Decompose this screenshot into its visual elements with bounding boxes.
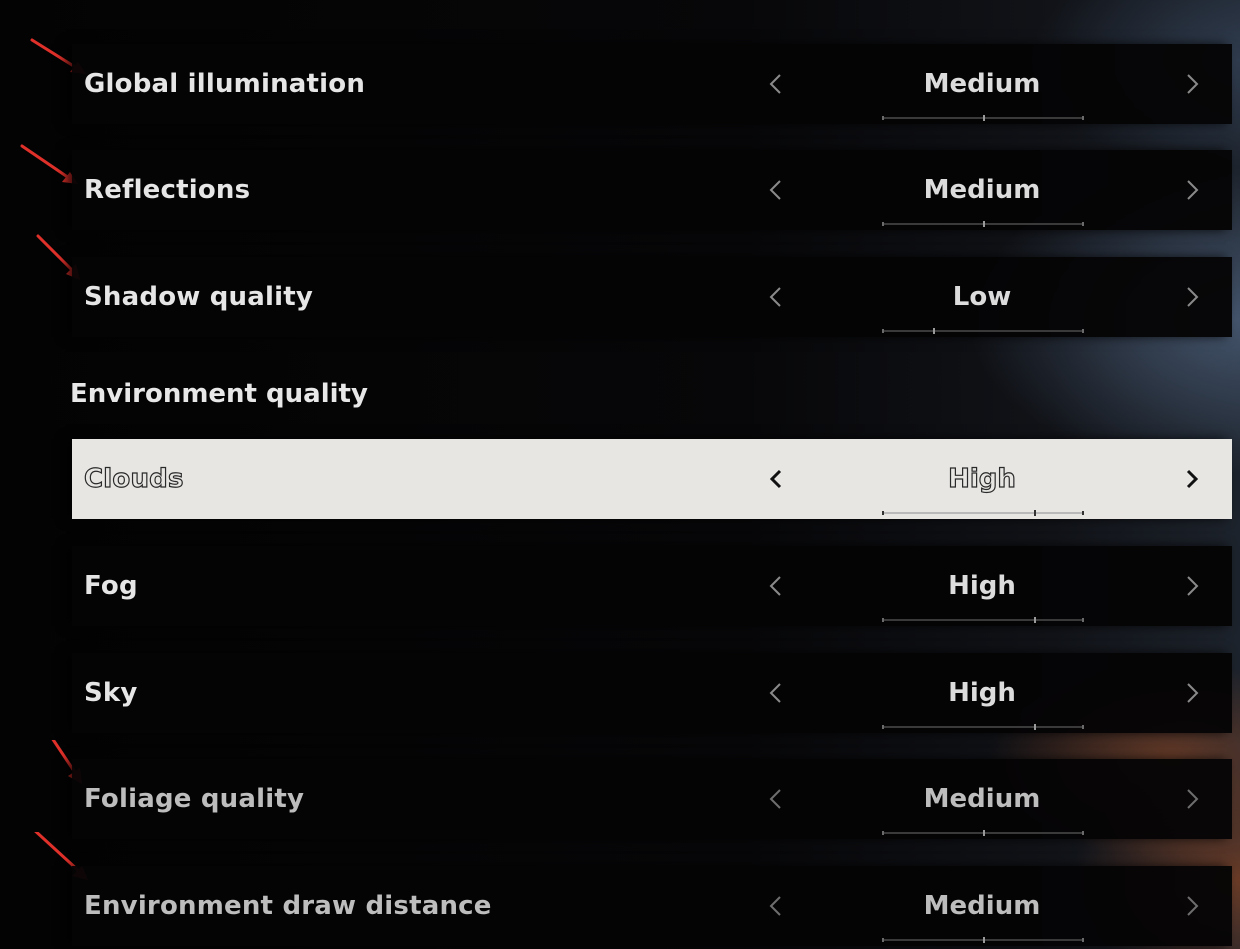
setting-row-reflections[interactable]: Reflections Medium — [72, 150, 1232, 230]
track-start-tick — [882, 222, 884, 226]
setting-row-fog[interactable]: Fog High — [72, 546, 1232, 626]
setting-label: Clouds — [83, 463, 184, 494]
setting-value: Medium — [923, 175, 1041, 205]
level-indicator-tick — [1034, 724, 1036, 730]
setting-value: High — [948, 678, 1016, 708]
level-track — [882, 510, 1084, 516]
chevron-right-icon[interactable] — [1178, 785, 1206, 813]
setting-value: Medium — [923, 69, 1041, 99]
setting-label: Fog — [84, 571, 138, 601]
level-indicator-tick — [983, 937, 985, 943]
level-track — [882, 830, 1084, 836]
track-end-tick — [1082, 329, 1084, 333]
setting-label: Global illumination — [84, 69, 366, 99]
setting-label: Sky — [84, 678, 138, 708]
setting-label: Reflections — [84, 175, 251, 205]
chevron-left-icon[interactable] — [762, 892, 790, 920]
level-indicator-tick — [1034, 617, 1036, 623]
chevron-left-icon[interactable] — [762, 465, 790, 493]
level-indicator-tick — [933, 328, 935, 334]
track-start-tick — [882, 116, 884, 120]
chevron-right-icon[interactable] — [1178, 176, 1206, 204]
setting-row-foliage-quality[interactable]: Foliage quality Medium — [72, 759, 1232, 839]
track-end-tick — [1082, 116, 1084, 120]
level-indicator-tick — [983, 830, 985, 836]
setting-value: Medium — [923, 891, 1041, 921]
level-track — [882, 724, 1084, 730]
level-track — [882, 937, 1084, 943]
level-indicator-tick — [983, 115, 985, 121]
track-start-tick — [882, 329, 884, 333]
setting-label: Environment draw distance — [84, 891, 492, 921]
track-end-tick — [1082, 725, 1084, 729]
setting-value: Medium — [923, 784, 1041, 814]
chevron-left-icon[interactable] — [762, 70, 790, 98]
chevron-left-icon[interactable] — [762, 572, 790, 600]
setting-label: Shadow quality — [84, 282, 313, 312]
setting-row-shadow-quality[interactable]: Shadow quality Low — [72, 257, 1232, 337]
track-start-tick — [882, 938, 884, 942]
setting-value: High — [948, 571, 1016, 601]
setting-row-global-illumination[interactable]: Global illumination Medium — [72, 44, 1232, 124]
level-track — [882, 221, 1084, 227]
track-start-tick — [882, 511, 884, 515]
chevron-right-icon[interactable] — [1178, 70, 1206, 98]
chevron-right-icon[interactable] — [1178, 572, 1206, 600]
setting-label: Foliage quality — [84, 784, 305, 814]
chevron-left-icon[interactable] — [762, 785, 790, 813]
chevron-right-icon[interactable] — [1178, 892, 1206, 920]
track-start-tick — [882, 725, 884, 729]
level-track — [882, 115, 1084, 121]
chevron-left-icon[interactable] — [762, 176, 790, 204]
track-end-tick — [1082, 831, 1084, 835]
level-track — [882, 328, 1084, 334]
track-start-tick — [882, 831, 884, 835]
setting-row-sky[interactable]: Sky High — [72, 653, 1232, 733]
chevron-right-icon[interactable] — [1178, 465, 1206, 493]
section-title: Environment quality — [70, 379, 368, 409]
track-end-tick — [1082, 938, 1084, 942]
setting-row-clouds[interactable]: Clouds High — [72, 439, 1232, 519]
track-end-tick — [1082, 618, 1084, 622]
setting-value: Low — [952, 282, 1012, 312]
chevron-right-icon[interactable] — [1178, 679, 1206, 707]
level-indicator-tick — [983, 221, 985, 227]
setting-row-environment-draw-distance[interactable]: Environment draw distance Medium — [72, 866, 1232, 946]
level-indicator-tick — [1034, 510, 1036, 516]
chevron-left-icon[interactable] — [762, 283, 790, 311]
level-track — [882, 617, 1084, 623]
track-end-tick — [1082, 222, 1084, 226]
chevron-left-icon[interactable] — [762, 679, 790, 707]
chevron-right-icon[interactable] — [1178, 283, 1206, 311]
track-end-tick — [1082, 511, 1084, 515]
setting-value: High — [947, 463, 1016, 494]
track-start-tick — [882, 618, 884, 622]
